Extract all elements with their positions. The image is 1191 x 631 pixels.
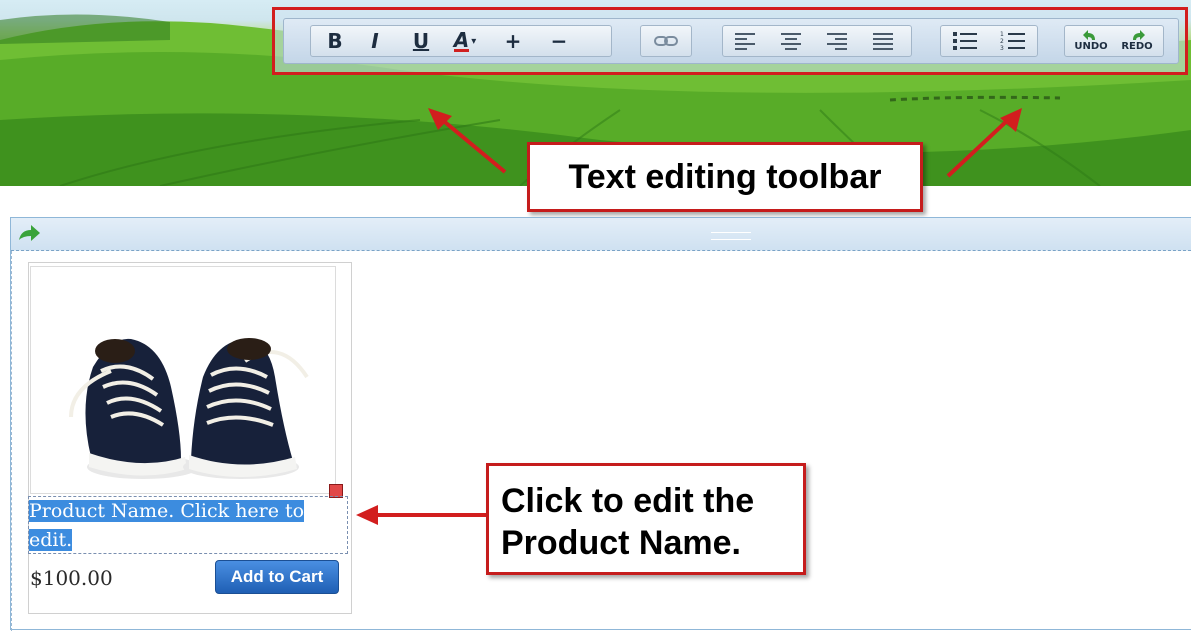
toolbar-highlight-frame: B I U A ▾ + − 1 2 3 UNDO REDO: [272, 7, 1188, 75]
link-icon: [654, 36, 678, 46]
align-left-button[interactable]: [727, 26, 763, 56]
drag-handle[interactable]: [711, 232, 751, 240]
italic-button[interactable]: I: [357, 26, 393, 56]
svg-text:2: 2: [1000, 38, 1004, 45]
numbered-list-icon: 123: [1000, 31, 1025, 52]
svg-text:1: 1: [1000, 31, 1004, 38]
callout-line-1: Click to edit the: [501, 482, 755, 520]
redo-label: REDO: [1121, 41, 1153, 52]
link-button-group: [640, 25, 692, 57]
align-right-icon: [827, 33, 847, 50]
redo-button[interactable]: REDO: [1115, 26, 1159, 56]
alignment-button-group: [722, 25, 912, 57]
product-price: $100.00: [30, 566, 113, 590]
bold-button[interactable]: B: [317, 26, 353, 56]
align-center-button[interactable]: [773, 26, 809, 56]
font-color-button[interactable]: A ▾: [443, 26, 487, 56]
text-editing-toolbar: B I U A ▾ + − 1 2 3 UNDO REDO: [283, 18, 1179, 64]
chevron-down-icon: ▾: [471, 35, 477, 47]
undo-label: UNDO: [1074, 41, 1108, 52]
align-left-icon: [735, 33, 755, 50]
underline-button[interactable]: U: [403, 26, 439, 56]
sneakers-image: [69, 338, 309, 479]
bullet-list-button[interactable]: [947, 26, 983, 56]
increase-font-button[interactable]: +: [495, 26, 531, 56]
align-justify-icon: [873, 33, 893, 50]
align-center-icon: [781, 33, 801, 50]
undo-button[interactable]: UNDO: [1069, 26, 1113, 56]
add-to-cart-button[interactable]: Add to Cart: [215, 560, 339, 594]
product-name-field[interactable]: Product Name. Click here to edit.: [28, 496, 348, 554]
callout-arrow: [356, 505, 486, 525]
svg-text:3: 3: [1000, 45, 1004, 52]
format-button-group: B I U A ▾ + −: [310, 25, 612, 57]
share-arrow-icon[interactable]: [17, 224, 41, 242]
bullet-list-icon: [953, 32, 977, 50]
list-button-group: 123: [940, 25, 1038, 57]
font-color-icon: A: [453, 27, 470, 52]
numbered-list-button[interactable]: 123: [995, 26, 1031, 56]
toolbar-callout: Text editing toolbar: [527, 142, 923, 212]
product-name-callout: Click to edit the Product Name.: [486, 463, 806, 575]
panel-header-bar[interactable]: [11, 218, 1191, 251]
product-image: [30, 266, 336, 494]
align-right-button[interactable]: [819, 26, 855, 56]
history-button-group: UNDO REDO: [1064, 25, 1164, 57]
decrease-font-button[interactable]: −: [541, 26, 577, 56]
link-button[interactable]: [648, 26, 684, 56]
align-justify-button[interactable]: [865, 26, 901, 56]
callout-line-2: Product Name.: [501, 524, 741, 562]
product-name-text: Product Name. Click here to edit.: [29, 500, 305, 551]
